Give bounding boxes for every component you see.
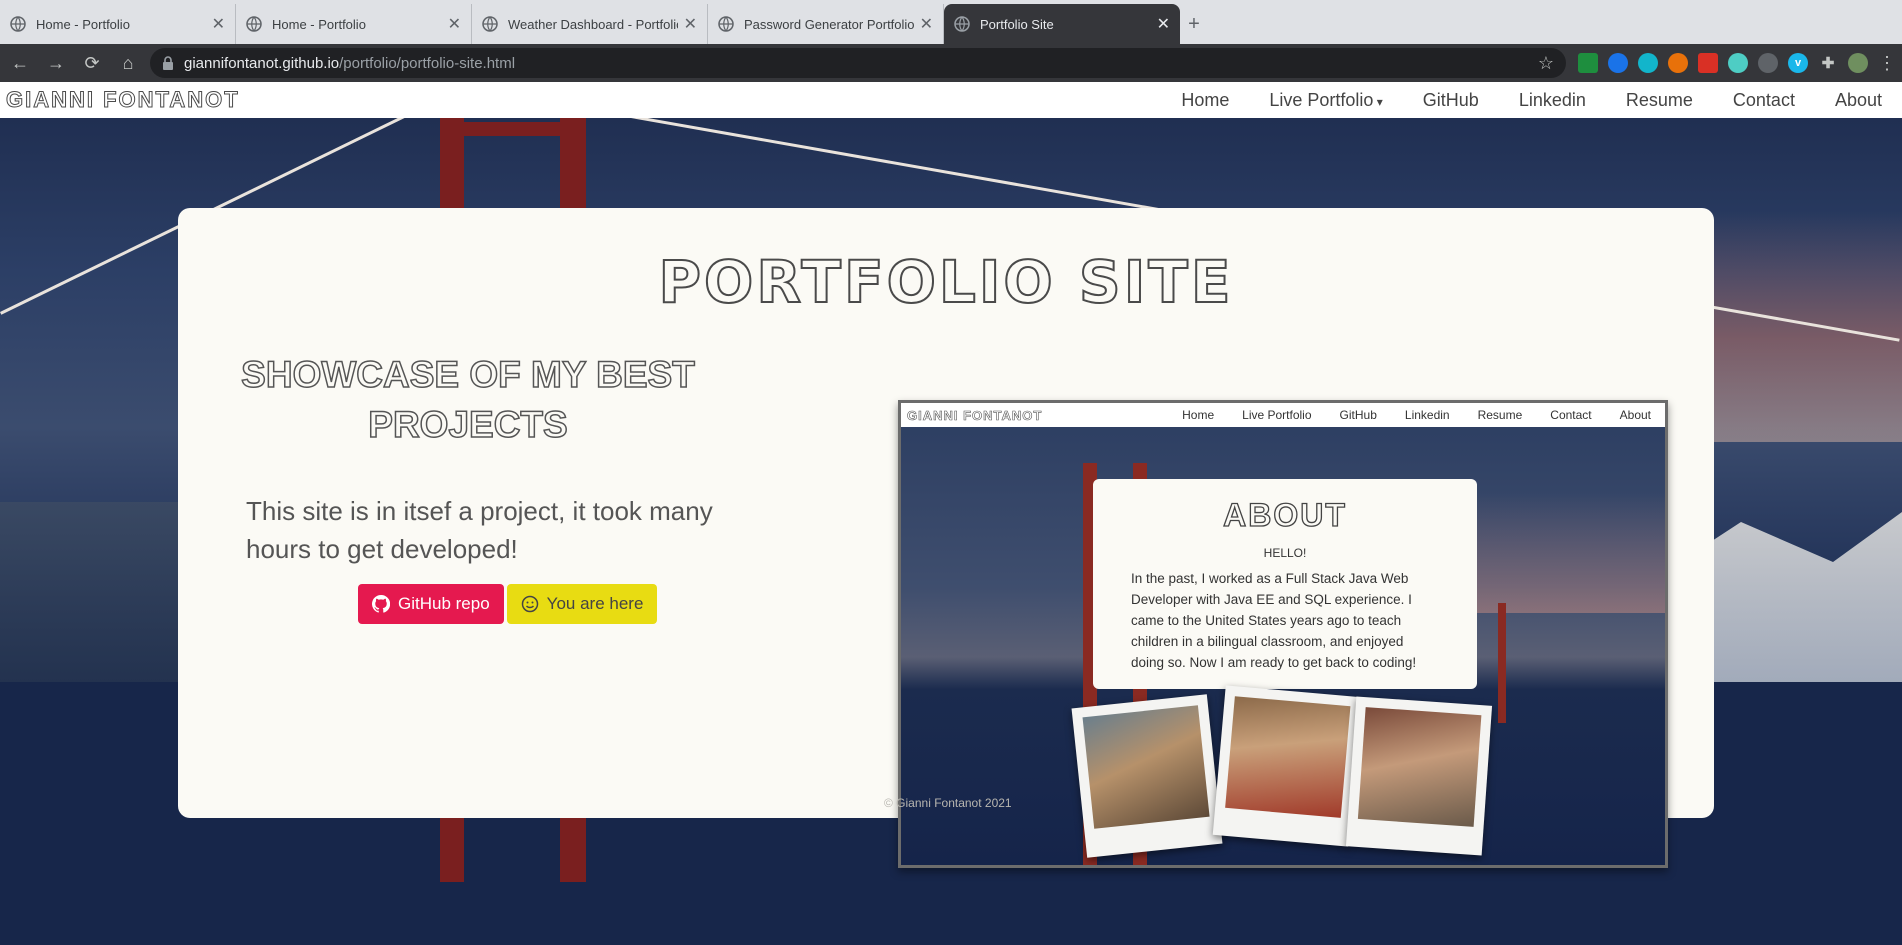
extension-icon[interactable] [1668, 53, 1688, 73]
avatar[interactable] [1848, 53, 1868, 73]
preview-nav-home: Home [1182, 408, 1215, 422]
bookmark-star-icon[interactable]: ☆ [1538, 53, 1554, 74]
photo-image [1357, 707, 1482, 827]
extensions-area: v ✚ ⋮ [1578, 53, 1902, 74]
url-path: /portfolio/portfolio-site.html [339, 54, 516, 72]
back-arrow-icon[interactable]: ← [4, 47, 36, 79]
preview-hello: HELLO! [1263, 546, 1307, 560]
footer-copyright: © Gianni Fontanot 2021 [884, 796, 1012, 810]
nav-linkedin[interactable]: Linkedin [1499, 90, 1606, 111]
nav-home[interactable]: Home [1161, 90, 1249, 111]
preview-nav-github: GitHub [1339, 408, 1377, 422]
lock-icon [163, 56, 173, 70]
globe-icon [246, 16, 262, 32]
preview-nav-resume: Resume [1477, 408, 1523, 422]
globe-icon [10, 16, 26, 32]
project-card: PORTFOLIO SITE SHOWCASE OF MY BEST PROJE… [178, 208, 1714, 868]
globe-icon [482, 16, 498, 32]
nav-resume[interactable]: Resume [1606, 90, 1713, 111]
preview-nav-about: About [1619, 408, 1651, 422]
extension-icon[interactable] [1728, 53, 1748, 73]
url-host: giannifontanot.github.io [184, 54, 340, 72]
home-icon[interactable]: ⌂ [112, 47, 144, 79]
photo-image [1225, 696, 1351, 818]
smile-icon [521, 595, 539, 613]
nav-github[interactable]: GitHub [1403, 90, 1499, 111]
preview-nav-contact: Contact [1550, 408, 1592, 422]
forward-arrow-icon[interactable]: → [40, 47, 72, 79]
site-nav: Home Live Portfolio GitHub Linkedin Resu… [1161, 90, 1902, 111]
close-icon[interactable]: ✕ [684, 14, 697, 34]
preview-photo [1212, 685, 1362, 847]
browser-tab[interactable]: Home - Portfolio ✕ [236, 4, 472, 44]
button-row: GitHub repo You are here [358, 584, 658, 624]
new-tab-icon[interactable]: + [1180, 4, 1208, 44]
preview-about-card: ABOUT HELLO! In the past, I worked as a … [1093, 479, 1477, 689]
preview-about-text: In the past, I worked as a Full Stack Ja… [1131, 571, 1417, 670]
browser-tab-active[interactable]: Portfolio Site ✕ [944, 4, 1180, 44]
vimeo-icon[interactable]: v [1788, 53, 1808, 73]
preview-nav-linkedin: Linkedin [1404, 408, 1450, 422]
site-preview-image: GIANNI FONTANOT Home Live Portfolio GitH… [898, 400, 1668, 868]
browser-tab[interactable]: Home - Portfolio ✕ [0, 4, 236, 44]
menu-kebab-icon[interactable]: ⋮ [1878, 53, 1896, 74]
showcase-heading: SHOWCASE OF MY BEST PROJECTS [240, 353, 695, 446]
site-navbar: GIANNI FONTANOT Home Live Portfolio GitH… [0, 82, 1902, 118]
preview-navbar: GIANNI FONTANOT Home Live Portfolio GitH… [901, 403, 1665, 427]
preview-bridge-tower [1498, 603, 1506, 723]
preview-brand: GIANNI FONTANOT [907, 407, 1043, 423]
nav-contact[interactable]: Contact [1713, 90, 1815, 111]
web-page: GIANNI FONTANOT Home Live Portfolio GitH… [0, 82, 1902, 945]
page-title: PORTFOLIO SITE [658, 247, 1234, 317]
close-icon[interactable]: ✕ [448, 14, 461, 34]
extension-icon[interactable] [1578, 53, 1598, 73]
puzzle-icon[interactable]: ✚ [1818, 53, 1838, 73]
preview-photo [1071, 694, 1223, 858]
tab-title: Home - Portfolio [272, 16, 366, 32]
nav-about[interactable]: About [1815, 90, 1902, 111]
preview-photo [1345, 696, 1493, 856]
reload-icon[interactable]: ⟳ [76, 47, 108, 79]
tab-title: Home - Portfolio [36, 16, 130, 32]
close-icon[interactable]: ✕ [920, 14, 933, 34]
preview-about-title: ABOUT [1222, 496, 1347, 533]
address-bar[interactable]: giannifontanot.github.io/portfolio/portf… [150, 48, 1566, 78]
globe-icon [954, 16, 970, 32]
browser-tab[interactable]: Weather Dashboard - Portfolio ✕ [472, 4, 708, 44]
extension-icon[interactable] [1698, 53, 1718, 73]
github-repo-button[interactable]: GitHub repo [358, 584, 504, 624]
bridge-crossbeam [440, 122, 586, 136]
you-are-here-button[interactable]: You are here [506, 584, 658, 624]
tab-title: Portfolio Site [980, 16, 1054, 32]
globe-icon [718, 16, 734, 32]
browser-toolbar: ← → ⟳ ⌂ giannifontanot.github.io/portfol… [0, 44, 1902, 82]
preview-nav: Home Live Portfolio GitHub Linkedin Resu… [1168, 408, 1665, 422]
github-icon [372, 595, 390, 613]
nav-live-portfolio[interactable]: Live Portfolio [1249, 90, 1402, 111]
browser-tab-strip: Home - Portfolio ✕ Home - Portfolio ✕ We… [0, 0, 1902, 44]
tab-title: Password Generator Portfolio [744, 16, 914, 32]
extension-icon[interactable] [1638, 53, 1658, 73]
browser-tab[interactable]: Password Generator Portfolio ✕ [708, 4, 944, 44]
extension-icon[interactable] [1758, 53, 1778, 73]
github-repo-label: GitHub repo [398, 594, 490, 613]
tab-title: Weather Dashboard - Portfolio [508, 16, 678, 32]
close-icon[interactable]: ✕ [1157, 14, 1170, 34]
photo-image [1082, 705, 1210, 829]
close-icon[interactable]: ✕ [212, 14, 225, 34]
project-description: This site is in itsef a project, it took… [246, 496, 713, 564]
extension-icon[interactable] [1608, 53, 1628, 73]
you-are-here-label: You are here [546, 594, 644, 613]
site-brand[interactable]: GIANNI FONTANOT [6, 87, 240, 113]
preview-nav-live-portfolio: Live Portfolio [1242, 408, 1312, 422]
